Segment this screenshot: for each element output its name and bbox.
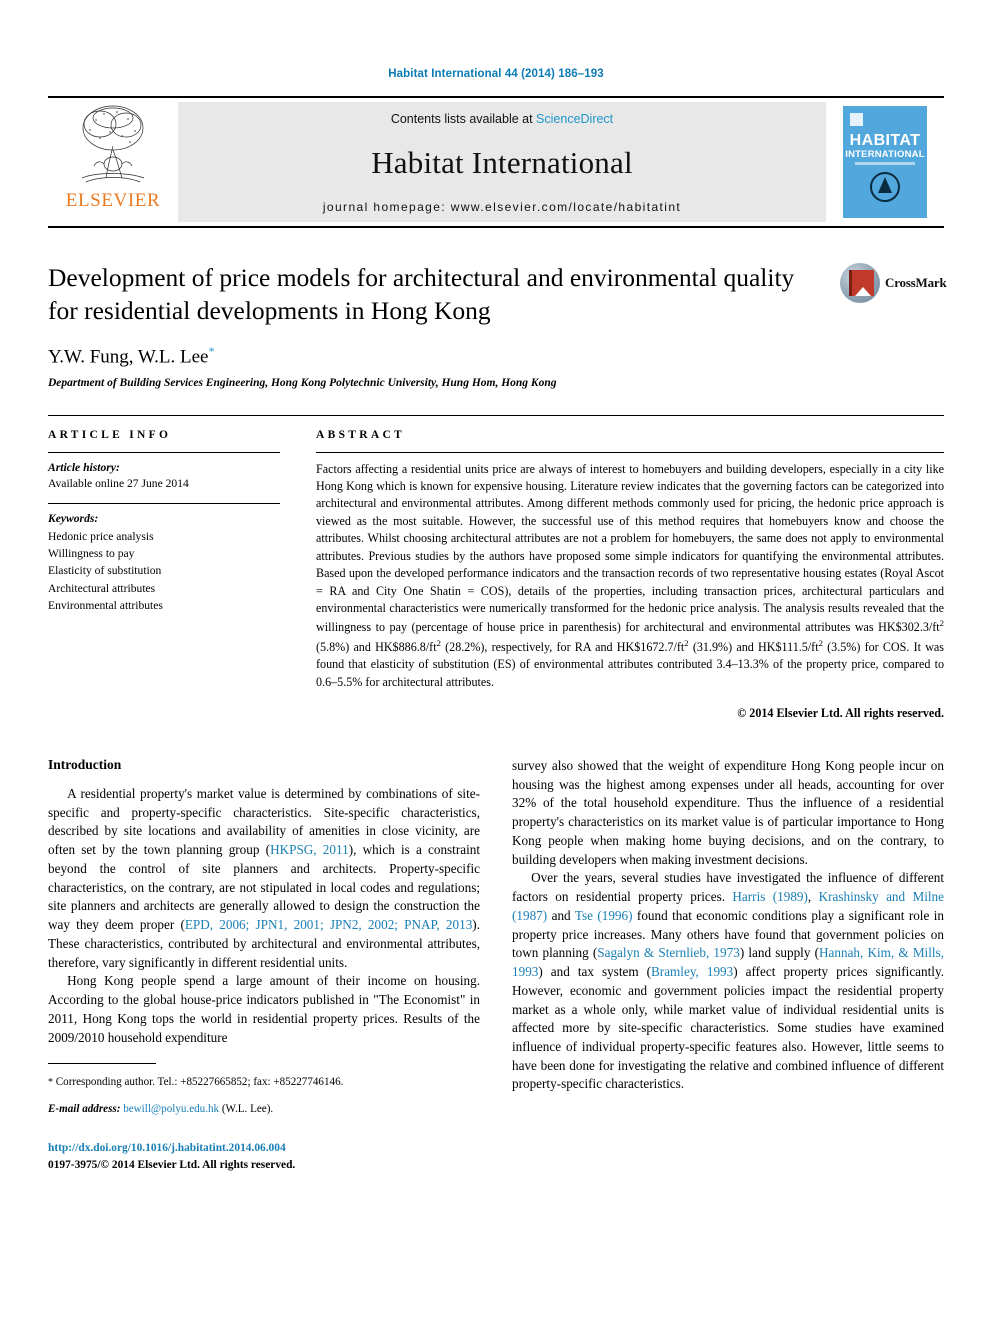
footnote-zone: * Corresponding author. Tel.: +852276658… [48, 1063, 480, 1118]
keywords-group: Keywords: Hedonic price analysis Willing… [48, 504, 280, 624]
keyword-item: Architectural attributes [48, 581, 156, 595]
crossmark-circle-icon [840, 263, 880, 303]
para-text: ) and tax system ( [538, 964, 651, 980]
footnote-corresponding-author: * Corresponding author. Tel.: +852276658… [48, 1075, 480, 1091]
title-area: CrossMark Development of price models fo… [48, 262, 947, 389]
page-title: Development of price models for architec… [48, 263, 795, 325]
crossmark-label: CrossMark [885, 275, 947, 290]
keyword-item: Willingness to pay [48, 547, 135, 561]
paragraph: survey also showed that the weight of ex… [512, 758, 944, 867]
para-text: and [547, 907, 575, 923]
footnote-separator [48, 1063, 156, 1065]
affiliation: Department of Building Services Engineer… [48, 376, 557, 389]
corresponding-author-marker: * [208, 344, 215, 359]
citation-link[interactable]: Bramley, 1993 [651, 964, 733, 979]
keywords-label: Keywords: [48, 512, 99, 526]
doi-block: http://dx.doi.org/10.1016/j.habitatint.2… [48, 1140, 480, 1174]
citation-link[interactable]: HKPSG, 2011 [270, 842, 349, 857]
article-history-label: Article history: [48, 460, 120, 474]
body-right-column: survey also showed that the weight of ex… [512, 757, 944, 1174]
info-abstract-section: ARTICLE INFO Article history: Available … [48, 414, 944, 721]
citation-link[interactable]: EPD, 2006; JPN1, 2001; JPN2, 2002; PNAP,… [185, 917, 472, 932]
cover-rule [855, 162, 915, 165]
crossmark-book-icon [849, 270, 874, 296]
journal-cover-image: HABITAT INTERNATIONAL [843, 106, 927, 218]
section-heading-introduction: Introduction [48, 757, 122, 772]
citation-link[interactable]: Tse (1996) [575, 908, 633, 923]
abstract-part-2: (5.8%) and HK$886.8/ft [316, 639, 437, 654]
elsevier-wordmark: ELSEVIER [65, 190, 161, 211]
body-columns: Introduction A residential property's ma… [48, 757, 944, 1174]
article-history-value: Available online 27 June 2014 [48, 477, 189, 491]
para-text: ) affect property prices significantly. … [512, 964, 944, 1092]
body-left-column: Introduction A residential property's ma… [48, 757, 480, 1174]
cover-corner-square [850, 113, 863, 126]
email-label: E-mail address: [48, 1103, 121, 1116]
footnote-text: Corresponding author. Tel.: +85227665852… [53, 1076, 344, 1089]
journal-cover-block: HABITAT INTERNATIONAL [826, 98, 944, 226]
keywords-list: Hedonic price analysis Willingness to pa… [48, 528, 280, 614]
journal-title: Habitat International [371, 145, 633, 180]
elsevier-logo: ELSEVIER [48, 98, 178, 226]
elsevier-tree-icon [70, 102, 156, 190]
author-list: Y.W. Fung, W.L. Lee* [48, 344, 944, 368]
masthead-center: Contents lists available at ScienceDirec… [178, 102, 826, 222]
abstract-sup-1: 2 [939, 618, 944, 629]
paragraph: Over the years, several studies have inv… [512, 869, 944, 1094]
abstract-part-4: (31.9%) and HK$111.5/ft [688, 639, 819, 654]
crossmark-badge[interactable]: CrossMark [840, 262, 947, 304]
para-text: , [807, 889, 819, 905]
abstract-part-3: (28.2%), respectively, for RA and HK$167… [440, 639, 685, 654]
cover-title-line2: INTERNATIONAL [845, 149, 925, 160]
email-suffix: (W.L. Lee). [219, 1103, 274, 1116]
contents-prefix: Contents lists available at [390, 112, 537, 126]
footnote-email: E-mail address: bewill@polyu.edu.hk (W.L… [48, 1102, 480, 1118]
abstract-text: Factors affecting a residential units pr… [316, 453, 944, 691]
cover-emblem-icon [870, 172, 900, 202]
article-info-column: ARTICLE INFO Article history: Available … [48, 416, 280, 721]
issn-copyright: 0197-3975/© 2014 Elsevier Ltd. All right… [48, 1159, 296, 1172]
paragraph: A residential property's market value is… [48, 785, 480, 972]
sciencedirect-link[interactable]: ScienceDirect [536, 112, 613, 126]
author-names: Y.W. Fung, W.L. Lee [48, 346, 209, 368]
article-info-heading: ARTICLE INFO [48, 428, 172, 441]
citation-link[interactable]: Harris (1989) [732, 889, 808, 904]
keyword-item: Environmental attributes [48, 598, 163, 612]
journal-masthead: ELSEVIER Contents lists available at Sci… [48, 96, 944, 228]
abstract-part-1: Factors affecting a residential units pr… [316, 461, 944, 635]
paragraph: Hong Kong people spend a large amount of… [48, 973, 480, 1045]
para-text: ) land supply ( [739, 945, 819, 961]
article-page: Habitat International 44 (2014) 186–193 [0, 0, 992, 1323]
abstract-copyright: © 2014 Elsevier Ltd. All rights reserved… [737, 706, 944, 720]
abstract-heading: ABSTRACT [316, 428, 406, 441]
email-link[interactable]: bewill@polyu.edu.hk [123, 1103, 219, 1115]
contents-available-line: Contents lists available at ScienceDirec… [391, 112, 613, 126]
journal-homepage[interactable]: journal homepage: www.elsevier.com/locat… [323, 200, 681, 214]
keyword-item: Elasticity of substitution [48, 564, 162, 578]
cover-title-line1: HABITAT [849, 132, 921, 149]
keyword-item: Hedonic price analysis [48, 530, 154, 544]
citation-link[interactable]: Sagalyn & Sternlieb, 1973 [597, 945, 740, 960]
doi-link[interactable]: http://dx.doi.org/10.1016/j.habitatint.2… [48, 1140, 480, 1157]
article-history-group: Article history: Available online 27 Jun… [48, 453, 280, 504]
abstract-column: ABSTRACT Factors affecting a residential… [316, 416, 944, 721]
running-head: Habitat International 44 (2014) 186–193 [388, 68, 604, 80]
